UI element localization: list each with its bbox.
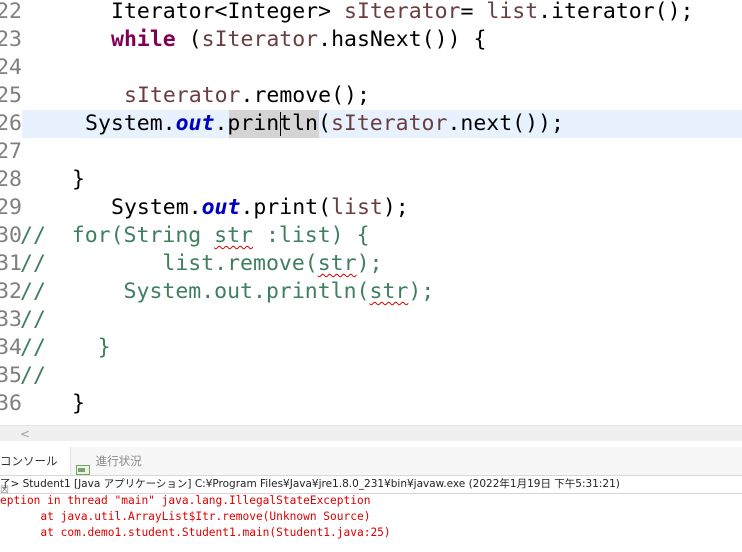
code-editor[interactable]: 22 Iterator<Integer> sIterator= list.ite…: [0, 0, 742, 425]
horizontal-scrollbar[interactable]: <: [0, 425, 742, 442]
code-text[interactable]: //: [20, 362, 46, 390]
code-line-28[interactable]: 28 }: [0, 166, 85, 194]
code-line-27[interactable]: 27: [0, 138, 52, 166]
line-number: 33: [0, 307, 22, 332]
code-text[interactable]: // list.remove(str);: [20, 250, 382, 278]
code-line-35[interactable]: 35 //: [0, 362, 52, 390]
line-number: 30: [0, 223, 22, 248]
scroll-left-icon[interactable]: <: [20, 426, 30, 442]
console-status-line: 了> Student1 [Java アプリケーション] C:¥Program F…: [0, 478, 620, 490]
code-line-31[interactable]: 31 // list.remove(str);: [0, 250, 382, 278]
code-line-22[interactable]: 22 Iterator<Integer> sIterator= list.ite…: [0, 0, 694, 26]
line-number: 25: [0, 83, 22, 108]
code-text[interactable]: while (sIterator.hasNext()) {: [111, 26, 486, 54]
line-number: 28: [0, 167, 22, 192]
line-number: 29: [0, 195, 22, 220]
code-text[interactable]: System.out.print(list);: [111, 194, 409, 222]
code-line-33[interactable]: 33 //: [0, 306, 52, 334]
code-line-36[interactable]: 36 }: [0, 390, 85, 418]
line-number: 27: [0, 139, 22, 164]
code-line-34[interactable]: 34 // }: [0, 334, 111, 362]
console-panel: コンソール ☒ 進行状況 了> Student1 [Java アプリケーション]…: [0, 441, 742, 552]
warning-squiggle: str: [317, 251, 357, 276]
console-output-line[interactable]: eption in thread "main" java.lang.Illega…: [0, 493, 370, 509]
tab-console-label: コンソール: [0, 454, 58, 468]
code-line-26[interactable]: 26 System.out.println(sIterator.next());: [0, 110, 564, 138]
code-text[interactable]: sIterator.remove();: [124, 82, 370, 110]
line-number: 35: [0, 363, 22, 388]
code-line-25[interactable]: 25 sIterator.remove();: [0, 82, 370, 110]
line-number: 32: [0, 279, 22, 304]
console-output-line[interactable]: at java.util.ArrayList$Itr.remove(Unknow…: [0, 509, 370, 525]
code-line-32[interactable]: 32 // System.out.println(str);: [0, 278, 434, 306]
code-text[interactable]: }: [72, 390, 85, 418]
code-text[interactable]: // for(String str :list) {: [20, 222, 370, 250]
line-number: 22: [0, 0, 22, 24]
code-text[interactable]: }: [72, 166, 85, 194]
code-text[interactable]: // System.out.println(str);: [20, 278, 434, 306]
progress-icon: [76, 457, 90, 475]
line-number: 34: [0, 335, 22, 360]
code-line-30[interactable]: 30 // for(String str :list) {: [0, 222, 370, 250]
line-number: 24: [0, 55, 22, 80]
code-line-23[interactable]: 23 while (sIterator.hasNext()) {: [0, 26, 486, 54]
line-number: 31: [0, 251, 22, 276]
code-text[interactable]: //: [20, 306, 46, 334]
tab-console[interactable]: コンソール ☒: [0, 447, 71, 496]
text-caret: [280, 112, 281, 136]
tab-progress-label: 進行状況: [95, 454, 142, 468]
code-text[interactable]: System.out.println(sIterator.next());: [85, 110, 564, 138]
warning-squiggle: str: [214, 223, 254, 248]
console-tab-bar: コンソール ☒ 進行状況: [0, 447, 742, 496]
code-line-24[interactable]: 24: [0, 54, 52, 82]
line-number: 36: [0, 391, 22, 416]
code-text[interactable]: Iterator<Integer> sIterator= list.iterat…: [111, 0, 694, 26]
code-text[interactable]: // }: [20, 334, 111, 362]
line-number: 23: [0, 27, 22, 52]
console-output-line[interactable]: at com.demo1.student.Student1.main(Stude…: [0, 525, 390, 541]
line-number: 26: [0, 111, 22, 136]
code-line-29[interactable]: 29 System.out.print(list);: [0, 194, 409, 222]
warning-squiggle: str: [369, 279, 409, 304]
tab-progress[interactable]: 進行状況: [76, 447, 142, 475]
